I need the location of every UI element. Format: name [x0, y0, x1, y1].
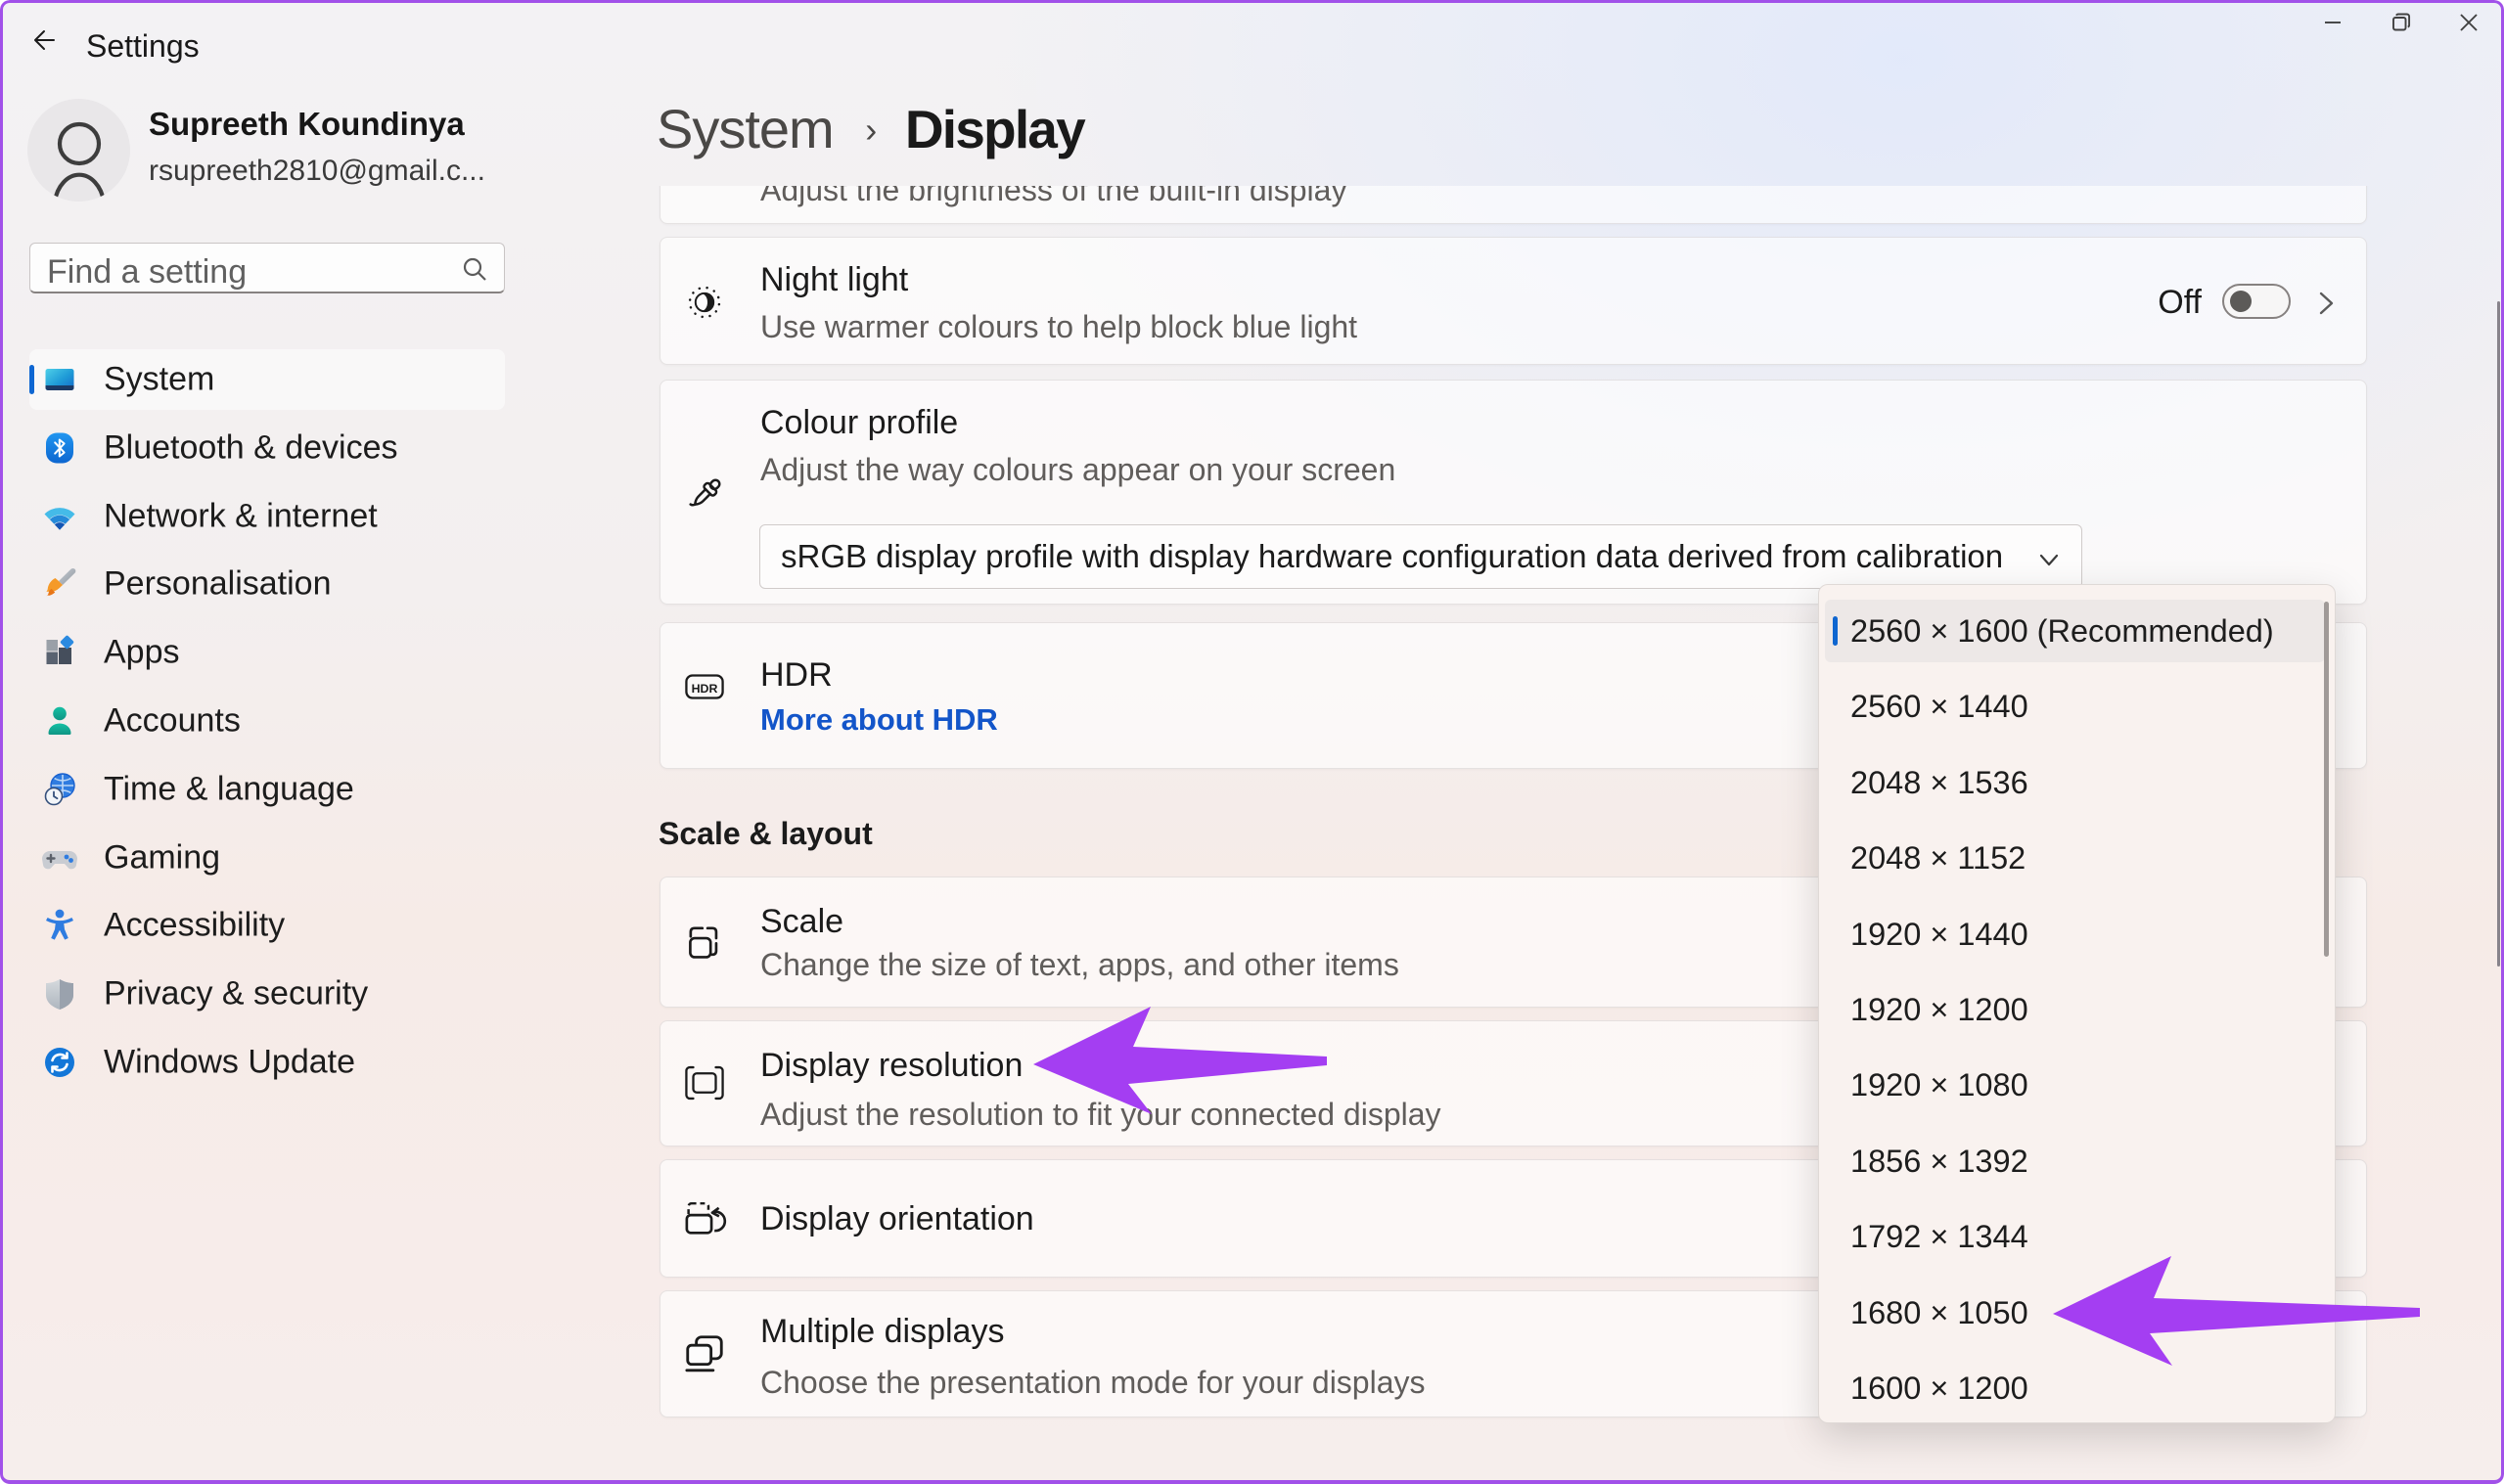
svg-text:HDR: HDR	[692, 682, 718, 696]
